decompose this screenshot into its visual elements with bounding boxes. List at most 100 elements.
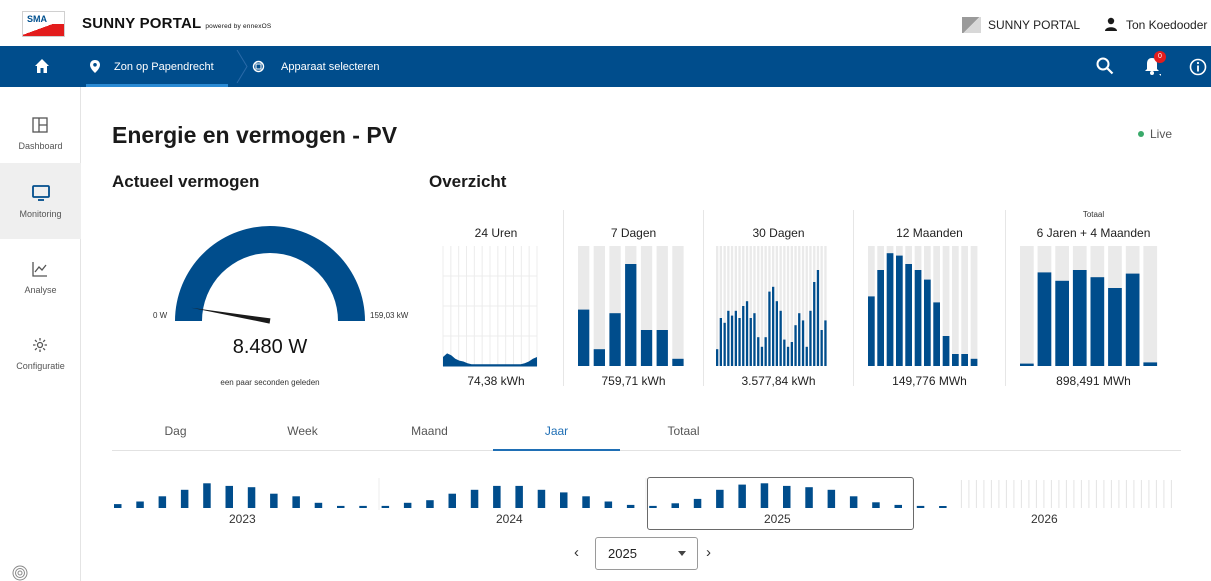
- search-icon[interactable]: [1096, 57, 1114, 75]
- chart-bar: [734, 310, 737, 366]
- year-select[interactable]: 2025: [595, 537, 698, 570]
- sidebar-item-analyse[interactable]: Analyse: [0, 239, 81, 315]
- overview-total-chart: [1020, 246, 1158, 366]
- breadcrumb-plant[interactable]: Zon op Papendrecht: [86, 52, 228, 87]
- chart-bar: [961, 354, 968, 366]
- top-bar: SMA SUNNY PORTAL powered by ennexOS SUNNY…: [0, 0, 1211, 46]
- overview-12m-chart: [868, 246, 978, 366]
- timeline-bar: [225, 485, 233, 508]
- chart-bar: [757, 337, 760, 366]
- overview-12m[interactable]: 12 Maanden 149,776 MWh: [854, 210, 1006, 388]
- brand-subtitle: powered by ennexOS: [205, 23, 272, 30]
- overview-value: 759,71 kWh: [601, 374, 666, 388]
- sidebar-item-dashboard[interactable]: Dashboard: [0, 95, 81, 171]
- chart-bar: [609, 313, 621, 366]
- sunny-portal-icon[interactable]: [962, 17, 981, 33]
- timeline-year-label[interactable]: 2026: [1031, 512, 1058, 526]
- sidebar: Dashboard Monitoring Analyse Configurati…: [0, 87, 81, 581]
- chart-bar-background: [672, 246, 684, 366]
- chart-bar: [1020, 363, 1034, 366]
- overview-total[interactable]: Totaal 6 Jaren + 4 Maanden 898,491 MWh: [1006, 210, 1181, 388]
- breadcrumb-device-label: Apparaat selecteren: [281, 60, 380, 73]
- overview-value: 149,776 MWh: [892, 374, 967, 388]
- chart-bar: [719, 318, 722, 366]
- sidebar-item-monitoring[interactable]: Monitoring: [0, 163, 81, 239]
- gear-icon: [33, 338, 47, 352]
- timeline-selection-frame[interactable]: [647, 477, 914, 530]
- timeline-bar: [493, 485, 501, 508]
- chart-bar: [813, 282, 816, 366]
- chart-bar: [760, 346, 764, 366]
- chart-bar: [952, 354, 959, 366]
- chart-bar: [730, 315, 734, 366]
- tab-maand[interactable]: Maand: [366, 424, 493, 438]
- timeline-bar: [180, 489, 189, 508]
- tab-week[interactable]: Week: [239, 424, 366, 438]
- current-power-heading: Actueel vermogen: [112, 172, 260, 191]
- sma-logo[interactable]: SMA: [22, 11, 65, 37]
- overview-value: 74,38 kWh: [467, 374, 525, 388]
- timeline-bar: [314, 502, 323, 508]
- chart-bar: [816, 270, 820, 366]
- user-name[interactable]: Ton Koedooder: [1126, 18, 1207, 32]
- page-title: Energie en vermogen - PV: [112, 122, 398, 148]
- chart-bar: [1108, 288, 1122, 366]
- timeline-bar: [114, 504, 122, 508]
- breadcrumb-device[interactable]: Apparaat selecteren: [252, 52, 379, 81]
- chart-bar: [896, 255, 903, 366]
- chart-bar: [742, 306, 745, 366]
- timeline-bar: [916, 505, 925, 508]
- timeline-bar: [560, 492, 568, 508]
- chart-bar-background: [952, 246, 959, 366]
- chart-bar-background: [961, 246, 968, 366]
- chart-bar: [593, 349, 605, 366]
- chart-bar: [1090, 277, 1105, 366]
- overview-label: 7 Dagen: [610, 226, 657, 240]
- sidebar-item-label: Dashboard: [18, 141, 63, 151]
- sunny-portal-link[interactable]: SUNNY PORTAL: [988, 18, 1080, 32]
- tab-dag[interactable]: Dag: [112, 424, 239, 438]
- chart-bar: [877, 270, 884, 366]
- chart-bar: [970, 358, 978, 366]
- breadcrumb-chevron-icon: [236, 50, 248, 83]
- overview-label: 24 Uren: [474, 226, 518, 240]
- overview-24h[interactable]: 24 Uren 74,38 kWh: [429, 210, 564, 388]
- overview-prefix: Totaal: [1082, 210, 1105, 219]
- previous-year-chevron-icon[interactable]: ‹: [574, 544, 579, 561]
- overview-24h-chart: [442, 246, 538, 367]
- chart-icon: [32, 262, 47, 277]
- timeline-bar: [292, 496, 300, 508]
- gauge-needle: [191, 307, 271, 324]
- live-label: Live: [1150, 127, 1173, 141]
- home-icon[interactable]: [34, 58, 50, 74]
- chart-bar: [801, 320, 805, 366]
- overview-30d-chart: [716, 246, 827, 366]
- timeline-bar: [582, 496, 590, 508]
- overview-7d-chart: [578, 246, 684, 366]
- live-indicator: Live: [1138, 127, 1172, 141]
- overview-value: 3.577,84 kWh: [741, 374, 816, 388]
- monitor-icon: [32, 185, 50, 201]
- next-year-chevron-icon[interactable]: ›: [706, 544, 711, 561]
- sidebar-item-configuratie[interactable]: Configuratie: [0, 315, 81, 391]
- overview-30d[interactable]: 30 Dagen 3.577,84 kWh: [704, 210, 854, 388]
- fingerprint-icon[interactable]: [12, 565, 28, 581]
- chart-bar-background: [970, 246, 978, 366]
- overview-label: 6 Jaren + 4 Maanden: [1036, 226, 1151, 240]
- tab-jaar[interactable]: Jaar: [493, 424, 620, 438]
- timeline-bar: [626, 504, 635, 508]
- logo-stripe: [23, 24, 64, 36]
- timeline-bar: [203, 483, 211, 508]
- overview-7d[interactable]: 7 Dagen 759,71 kWh: [564, 210, 704, 388]
- timeline-year-label[interactable]: 2023: [229, 512, 256, 526]
- info-icon[interactable]: [1189, 58, 1207, 76]
- user-icon[interactable]: [1104, 17, 1118, 31]
- chart-bar: [914, 270, 922, 366]
- tab-totaal[interactable]: Totaal: [620, 424, 747, 438]
- timeline-year-label[interactable]: 2024: [496, 512, 523, 526]
- chart-bar-background: [593, 246, 605, 366]
- chart-bar: [794, 325, 797, 366]
- timeline-bar: [426, 500, 434, 508]
- overview-value: 898,491 MWh: [1056, 374, 1131, 388]
- breadcrumb-active-underline: [86, 84, 228, 87]
